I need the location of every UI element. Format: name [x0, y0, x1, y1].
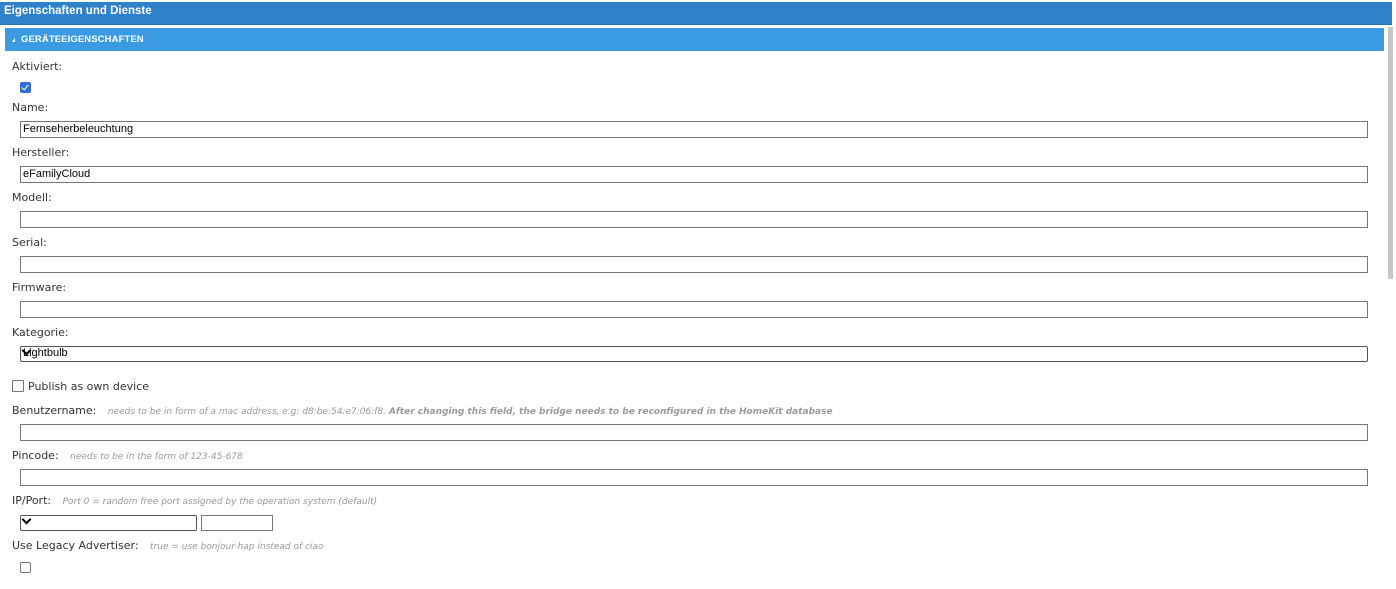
- scrollbar-thumb[interactable]: [1388, 27, 1393, 279]
- name-input-value: Fernseherbeleuchtung: [23, 123, 134, 135]
- aktiviert-checkbox[interactable]: [20, 82, 31, 93]
- pincode-label-row: Pincode: needs to be in the form of 123-…: [12, 449, 243, 462]
- serial-label: Serial:: [12, 236, 47, 249]
- chevron-down-icon: [21, 514, 32, 525]
- pincode-input[interactable]: [20, 469, 1368, 486]
- publish-checkbox[interactable]: [12, 380, 24, 392]
- kategorie-label: Kategorie:: [12, 326, 69, 339]
- benutzername-input[interactable]: [20, 424, 1368, 441]
- ip-select[interactable]: [20, 514, 197, 531]
- pincode-label: Pincode:: [12, 449, 59, 462]
- modell-input[interactable]: [20, 211, 1368, 228]
- modell-label: Modell:: [12, 191, 52, 204]
- publish-label: Publish as own device: [28, 380, 149, 393]
- hersteller-label: Hersteller:: [12, 146, 70, 159]
- benutzername-hint-bold: After changing this field, the bridge ne…: [388, 407, 833, 417]
- pincode-hint: needs to be in the form of 123-45-678: [70, 452, 243, 462]
- aktiviert-label: Aktiviert:: [12, 60, 63, 73]
- name-label: Name:: [12, 101, 49, 114]
- ipport-hint: Port 0 = random free port assigned by th…: [62, 497, 378, 507]
- firmware-label: Firmware:: [12, 281, 67, 294]
- kategorie-select[interactable]: Lightbulb: [20, 345, 1368, 362]
- serial-input[interactable]: [20, 256, 1368, 273]
- window-titlebar: Eigenschaften und Dienste: [0, 2, 1392, 25]
- legacy-hint: true = use bonjour-hap instead of ciao: [150, 542, 324, 552]
- port-input[interactable]: [201, 515, 273, 531]
- benutzername-label-row: Benutzername: needs to be in form of a m…: [12, 404, 833, 417]
- section-title: GERÄTEEIGENSCHAFTEN: [21, 34, 144, 45]
- ipport-label: IP/Port:: [12, 494, 52, 507]
- legacy-label-row: Use Legacy Advertiser: true = use bonjou…: [12, 539, 324, 552]
- legacy-checkbox[interactable]: [20, 562, 31, 573]
- benutzername-label: Benutzername:: [12, 404, 97, 417]
- benutzername-hint-text: needs to be in form of a mac address, e.…: [107, 407, 387, 417]
- hersteller-input-value: eFamilyCloud: [23, 168, 91, 180]
- benutzername-hint: needs to be in form of a mac address, e.…: [108, 407, 833, 417]
- name-input[interactable]: Fernseherbeleuchtung: [20, 121, 1368, 138]
- legacy-label: Use Legacy Advertiser:: [12, 539, 139, 552]
- section-header-geraeteeigenschaften[interactable]: GERÄTEEIGENSCHAFTEN: [5, 28, 1384, 51]
- collapse-triangle-icon: [12, 38, 15, 42]
- hersteller-input[interactable]: eFamilyCloud: [20, 166, 1368, 183]
- firmware-input[interactable]: [20, 301, 1368, 318]
- ipport-label-row: IP/Port: Port 0 = random free port assig…: [12, 494, 377, 507]
- window-title: Eigenschaften und Dienste: [4, 5, 152, 17]
